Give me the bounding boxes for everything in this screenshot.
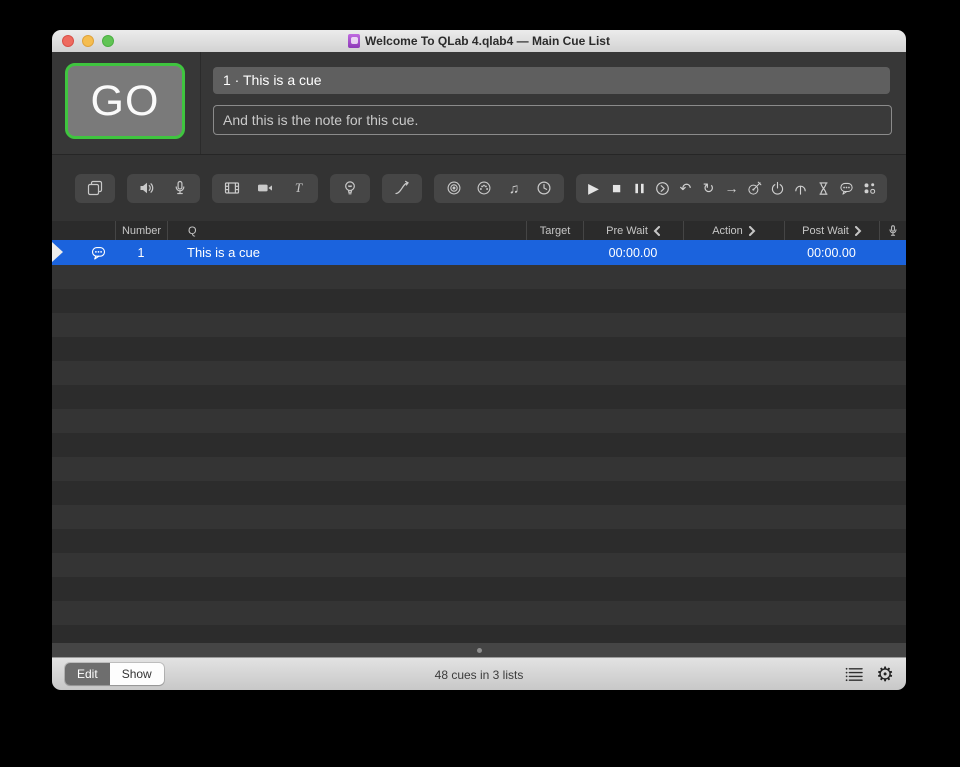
collapse-right-icon[interactable]	[854, 225, 862, 236]
network-cue-icon[interactable]	[446, 180, 462, 196]
memo-icon[interactable]	[839, 181, 854, 196]
cue-audition-cell[interactable]	[879, 240, 906, 265]
cue-list-header: Number Q Target Pre Wait Action Post Wai…	[52, 221, 906, 240]
script-icon[interactable]	[862, 181, 877, 196]
cue-lists-button[interactable]	[845, 667, 863, 682]
column-number[interactable]: Number	[115, 221, 167, 240]
document-icon	[348, 34, 361, 48]
video-cue-icon[interactable]	[224, 180, 240, 196]
text-cue-icon[interactable]: T	[290, 180, 306, 196]
cue-target-cell[interactable]	[526, 240, 583, 265]
midi-file-cue-icon[interactable]: ♫	[506, 180, 522, 196]
edit-mode-button[interactable]: Edit	[65, 663, 110, 685]
group-cue-button[interactable]	[75, 173, 115, 203]
timecode-cue-icon[interactable]	[536, 180, 552, 196]
column-status[interactable]	[52, 221, 115, 240]
cue-name-field[interactable]: 1 · This is a cue	[213, 67, 890, 94]
cue-post-wait-cell[interactable]: 00:00.00	[784, 240, 879, 265]
fade-cue-button[interactable]	[382, 173, 422, 203]
column-q[interactable]: Q	[167, 221, 526, 240]
light-icon	[342, 180, 358, 196]
audio-mic-group	[127, 173, 200, 203]
stop-icon[interactable]: ■	[609, 181, 624, 196]
cue-name-cell[interactable]: This is a cue	[167, 240, 526, 265]
head-panel: GO 1 · This is a cue And this is the not…	[52, 52, 906, 155]
wait-icon[interactable]	[816, 181, 831, 196]
column-audition[interactable]	[879, 221, 906, 240]
column-post-wait[interactable]: Post Wait	[784, 221, 879, 240]
svg-text:T: T	[295, 180, 303, 195]
splitter-handle[interactable]	[52, 643, 906, 657]
video-group: T	[212, 173, 318, 203]
reset-icon[interactable]: ↶	[678, 180, 693, 196]
column-action[interactable]: Action	[683, 221, 784, 240]
bottom-bar: Edit Show 48 cues in 3 lists ⚙	[52, 657, 906, 690]
qlab-window: Welcome To QLab 4.qlab4 — Main Cue List …	[52, 30, 906, 690]
fade-icon	[394, 180, 410, 196]
go-button[interactable]: GO	[65, 63, 185, 139]
playhead-arrow-icon	[52, 242, 63, 262]
collapse-right-icon[interactable]	[748, 225, 756, 236]
cue-list-empty-area	[52, 265, 906, 643]
midi-cue-icon[interactable]	[476, 180, 492, 196]
transport-group: ▶ ■ ↶ ↻ →	[576, 173, 887, 203]
window-title-wrap: Welcome To QLab 4.qlab4 — Main Cue List	[52, 30, 906, 52]
cue-row-selected[interactable]: 1 This is a cue 00:00.00 00:00.00	[52, 240, 906, 265]
audio-cue-icon[interactable]	[139, 180, 155, 196]
arm-icon[interactable]	[770, 181, 785, 196]
column-pre-wait[interactable]: Pre Wait	[583, 221, 683, 240]
titlebar[interactable]: Welcome To QLab 4.qlab4 — Main Cue List	[52, 30, 906, 53]
group-icon	[87, 180, 103, 196]
collapse-left-icon[interactable]	[653, 225, 661, 236]
mic-column-icon	[887, 224, 899, 237]
camera-cue-icon[interactable]	[257, 180, 273, 196]
window-title: Welcome To QLab 4.qlab4 — Main Cue List	[365, 34, 610, 48]
cue-toolbar: T ♫ ▶ ■ ↶ ↻ →	[52, 155, 906, 221]
column-target[interactable]: Target	[526, 221, 583, 240]
target-icon[interactable]	[747, 181, 762, 196]
cue-pre-wait-cell[interactable]: 00:00.00	[583, 240, 683, 265]
network-midi-group: ♫	[434, 173, 564, 203]
load-icon[interactable]	[655, 181, 670, 196]
cue-action-cell[interactable]	[683, 240, 784, 265]
mode-segmented-control: Edit Show	[65, 663, 164, 685]
splitter-dot-icon	[476, 647, 482, 653]
light-cue-button[interactable]	[330, 173, 370, 203]
show-mode-button[interactable]: Show	[109, 663, 164, 685]
memo-cue-icon	[90, 245, 107, 261]
cue-number-cell[interactable]: 1	[115, 240, 167, 265]
cue-count-status: 48 cues in 3 lists	[434, 667, 524, 682]
devamp-icon[interactable]: →	[724, 180, 739, 196]
redo-icon[interactable]: ↻	[701, 180, 716, 196]
mic-cue-icon[interactable]	[172, 180, 188, 196]
start-icon[interactable]: ▶	[586, 180, 601, 196]
go-area: GO	[52, 52, 201, 154]
cue-notes-field[interactable]: And this is the note for this cue.	[213, 105, 892, 135]
settings-gear-icon[interactable]: ⚙	[876, 665, 894, 685]
pause-icon[interactable]	[632, 181, 647, 196]
disarm-icon[interactable]	[793, 181, 808, 196]
